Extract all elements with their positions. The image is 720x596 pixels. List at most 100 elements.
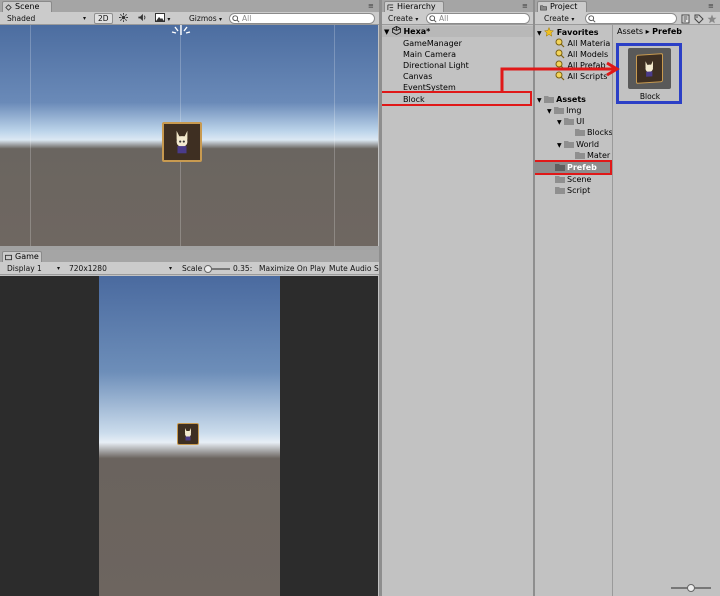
hierarchy-item-label: GameManager [403, 39, 462, 48]
folder-label: Script [567, 186, 591, 195]
chevron-down-icon: ▾ [56, 265, 60, 272]
star-icon [544, 26, 555, 37]
character-icon [185, 428, 191, 441]
search-icon [555, 38, 565, 48]
character-icon [176, 131, 188, 154]
folder-icon [575, 129, 585, 136]
folder-blocks[interactable]: Blocks [575, 127, 612, 138]
panel-menu-icon[interactable]: ≡ [368, 2, 378, 10]
lighting-toggle[interactable] [116, 13, 131, 24]
panel-menu-icon[interactable]: ≡ [708, 2, 718, 10]
chevron-down-icon[interactable]: ▼ [557, 142, 562, 149]
folder-icon [544, 96, 555, 103]
folder-img[interactable]: ▼ Img [547, 105, 581, 116]
tab-project-label: Project [550, 2, 578, 11]
hierarchy-search-input[interactable]: All [426, 13, 530, 24]
folder-icon [555, 187, 565, 194]
folder-label: Img [566, 106, 582, 115]
search-icon [555, 71, 565, 81]
star-icon[interactable] [707, 14, 717, 24]
block-sprite[interactable] [162, 122, 202, 162]
favorites-row[interactable]: ▼ Favorites [537, 26, 599, 38]
tag-icon[interactable] [694, 14, 704, 24]
tab-scene-label: Scene [15, 2, 40, 11]
project-folder-tree: ▼ Favorites All Materia All Models All P… [535, 25, 613, 596]
scale-value: 0.35: [233, 264, 253, 273]
favorite-item[interactable]: All Scripts [555, 71, 607, 82]
mute-audio-toggle[interactable]: Mute Audio [326, 263, 374, 274]
image-icon [155, 13, 165, 22]
scene-viewport[interactable] [0, 25, 378, 246]
folder-world[interactable]: ▼ World [557, 139, 599, 150]
resolution-value: 720x1280 [69, 264, 107, 273]
scene-search-input[interactable]: All [229, 13, 375, 24]
hierarchy-item-label: Canvas [403, 72, 433, 81]
search-icon [232, 15, 240, 23]
resolution-dropdown[interactable]: 720x1280 ▾ [66, 263, 174, 274]
scale-slider-handle[interactable] [204, 265, 212, 273]
chevron-down-icon[interactable]: ▼ [384, 28, 389, 36]
scene-tabbar: Scene ≡ [0, 0, 379, 13]
project-tab-icon [540, 5, 547, 11]
display-dropdown[interactable]: Display 1 ▾ [4, 263, 62, 274]
unity-scene-icon [391, 25, 401, 36]
gizmos-dropdown[interactable]: Gizmos ▾ [186, 13, 225, 24]
project-create-button[interactable]: Create ▾ [541, 13, 577, 24]
effects-dropdown[interactable]: ▾ [152, 13, 173, 24]
assets-row[interactable]: ▼ Assets [537, 94, 586, 105]
hierarchy-scene-row[interactable]: ▼ Hexa* [382, 25, 533, 37]
project-toolbar: Create ▾ [535, 12, 720, 25]
chevron-down-icon: ▾ [571, 16, 575, 23]
search-icon [555, 60, 565, 70]
project-search-input[interactable] [585, 13, 677, 24]
chevron-down-icon: ▾ [168, 265, 172, 272]
chevron-down-icon[interactable]: ▼ [537, 30, 542, 37]
chevron-down-icon[interactable]: ▼ [557, 119, 562, 126]
favorite-item[interactable]: All Models [555, 49, 608, 60]
scene-tab-icon [5, 4, 12, 11]
shading-mode-dropdown[interactable]: Shaded ▾ [4, 13, 88, 24]
game-tab-icon [5, 254, 12, 261]
mode-2d-toggle[interactable]: 2D [94, 13, 113, 24]
folder-scene[interactable]: Scene [555, 174, 591, 185]
hierarchy-item[interactable]: Directional Light [382, 60, 533, 71]
maximize-on-play-toggle[interactable]: Maximize On Play [256, 263, 329, 274]
panel-menu-icon[interactable]: ≡ [522, 2, 532, 10]
highlight-box-asset [616, 43, 682, 104]
favorite-item-label: All Scripts [567, 72, 608, 81]
shading-mode-value: Shaded [7, 14, 36, 23]
highlight-box-prefeb [535, 160, 612, 175]
audio-toggle[interactable] [134, 13, 150, 24]
folder-script[interactable]: Script [555, 185, 590, 196]
favorite-item[interactable]: All Prefab [555, 60, 606, 71]
hierarchy-create-button[interactable]: Create ▾ [385, 13, 421, 24]
hierarchy-list: ▼ Hexa* GameManager Main Camera Directio… [382, 25, 533, 596]
tab-hierarchy-label: Hierarchy [397, 2, 436, 11]
hierarchy-item[interactable]: GameManager [382, 38, 533, 49]
favorite-item[interactable]: All Materia [555, 38, 610, 49]
folder-ui[interactable]: ▼ UI [557, 116, 584, 127]
highlight-box-block [382, 91, 532, 106]
scale-slider[interactable] [204, 265, 230, 273]
game-tabbar: Game [0, 250, 379, 263]
scene-search-placeholder: All [242, 14, 252, 23]
breadcrumb-current: Prefeb [652, 27, 683, 36]
block-sprite [177, 423, 199, 445]
game-toolbar: Display 1 ▾ 720x1280 ▾ Scale 0.35: Maxim… [0, 262, 379, 275]
zoom-slider[interactable] [671, 584, 711, 592]
hierarchy-item[interactable]: Canvas [382, 71, 533, 82]
hierarchy-item[interactable]: Main Camera [382, 49, 533, 60]
game-viewport[interactable] [0, 276, 378, 596]
folder-icon [575, 152, 585, 159]
scale-label: Scale [182, 264, 203, 273]
chevron-down-icon[interactable]: ▼ [547, 108, 552, 115]
game-screen [99, 276, 280, 596]
zoom-slider-handle[interactable] [687, 584, 695, 592]
chevron-down-icon[interactable]: ▼ [537, 97, 542, 104]
breadcrumb: Assets ▸ Prefeb [617, 27, 682, 37]
stats-toggle[interactable]: S [371, 263, 379, 274]
scene-toolbar: Shaded ▾ 2D ▾ Gizmos ▾ All [0, 12, 379, 25]
filter-by-type-icon[interactable] [681, 14, 691, 24]
project-file-browser: Assets ▸ Prefeb Block [613, 25, 720, 596]
breadcrumb-root[interactable]: Assets [617, 27, 643, 36]
